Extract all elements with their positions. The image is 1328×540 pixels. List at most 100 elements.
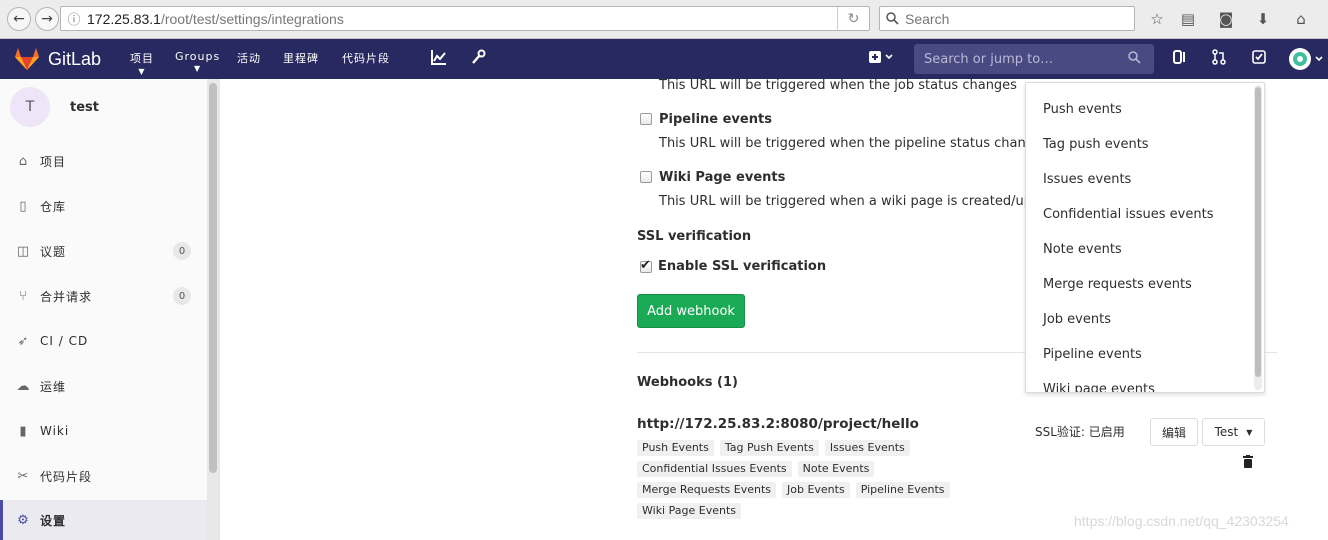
- gitlab-brand: GitLab: [48, 48, 102, 69]
- webhook-event-tags: Push Events Tag Push Events Issues Event…: [637, 440, 957, 524]
- merge-requests-count-badge: 0: [173, 287, 191, 305]
- dropdown-item-merge-requests-events[interactable]: Merge requests events: [1043, 277, 1192, 292]
- gear-icon: ⚙: [17, 512, 29, 528]
- home-button-icon[interactable]: ⌂: [1291, 9, 1311, 29]
- sidebar-item-project[interactable]: ⌂ 项目: [0, 141, 207, 181]
- nav-milestones[interactable]: 里程碑: [283, 50, 319, 66]
- bookmark-star-icon[interactable]: ☆: [1147, 9, 1167, 29]
- reload-icon[interactable]: ↻: [837, 7, 869, 30]
- nav-projects[interactable]: 项目 ▼: [130, 50, 154, 76]
- gitlab-search-placeholder: Search or jump to…: [924, 51, 1054, 67]
- sidebar-item-label: 项目: [40, 154, 67, 169]
- nav-snippets[interactable]: 代码片段: [342, 50, 390, 66]
- wiki-page-events-description: This URL will be triggered when a wiki p…: [659, 194, 1070, 209]
- event-tag: Note Events: [797, 461, 875, 477]
- dropdown-item-tag-push-events[interactable]: Tag push events: [1043, 137, 1149, 152]
- new-plus-icon[interactable]: [868, 49, 894, 69]
- nav-activity[interactable]: 活动: [237, 50, 261, 66]
- sidebar-item-repository[interactable]: ▯ 仓库: [0, 186, 207, 226]
- pocket-icon[interactable]: ◙: [1216, 9, 1236, 29]
- dropdown-item-pipeline-events[interactable]: Pipeline events: [1043, 347, 1142, 362]
- trash-icon[interactable]: [1242, 455, 1254, 472]
- address-bar[interactable]: ⓘ 172.25.83.1/root/test/settings/integra…: [60, 6, 870, 31]
- sidebar-item-label: CI / CD: [40, 334, 89, 348]
- event-tag: Push Events: [637, 440, 714, 456]
- rocket-icon: ➶: [17, 333, 29, 349]
- test-button-label: Test: [1214, 425, 1239, 439]
- reading-list-icon[interactable]: ▤: [1178, 9, 1198, 29]
- sidebar-item-issues[interactable]: ◫ 议题 0: [0, 231, 207, 271]
- book-icon: ▮: [19, 423, 27, 439]
- sidebar-item-snippets[interactable]: ✂ 代码片段: [0, 456, 207, 496]
- wiki-page-events-label[interactable]: Wiki Page events: [659, 170, 785, 185]
- sidebar-scrollbar[interactable]: [207, 79, 219, 540]
- watermark: https://blog.csdn.net/qq_42303254: [1074, 513, 1289, 529]
- sidebar-item-label: 代码片段: [40, 469, 93, 484]
- browser-search-input[interactable]: Search: [879, 6, 1135, 31]
- webhook-url: http://172.25.83.2:8080/project/hello: [637, 416, 919, 432]
- sidebar-item-label: 合并请求: [40, 289, 93, 304]
- project-avatar: T: [10, 87, 50, 127]
- event-tag: Tag Push Events: [719, 440, 819, 456]
- cloud-gear-icon: ☁: [16, 378, 30, 394]
- dropdown-item-job-events[interactable]: Job events: [1043, 312, 1111, 327]
- dropdown-item-note-events[interactable]: Note events: [1043, 242, 1122, 257]
- sidebar-item-settings[interactable]: ⚙ 设置: [0, 500, 207, 540]
- nav-groups-label: Groups: [175, 50, 221, 63]
- test-webhook-button[interactable]: Test ▼: [1202, 418, 1265, 446]
- browser-search-placeholder: Search: [905, 10, 950, 27]
- nav-groups[interactable]: Groups ▼: [175, 50, 220, 73]
- merge-requests-nav-icon[interactable]: [1211, 49, 1227, 69]
- dropdown-scroll-thumb[interactable]: [1255, 87, 1261, 377]
- wiki-page-events-checkbox[interactable]: [640, 171, 652, 183]
- ssl-verification-checkbox[interactable]: [640, 258, 652, 273]
- merge-request-icon: ⑂: [19, 288, 27, 304]
- tanuki-logo-icon: [15, 48, 39, 70]
- caret-down-icon: ▼: [1246, 427, 1253, 437]
- wrench-icon[interactable]: [470, 49, 486, 69]
- chart-icon[interactable]: [431, 49, 447, 69]
- dropdown-scrollbar[interactable]: [1254, 85, 1262, 390]
- project-header[interactable]: T test: [10, 87, 99, 127]
- forward-button[interactable]: →: [35, 7, 59, 31]
- pipeline-events-label[interactable]: Pipeline events: [659, 112, 772, 127]
- browser-toolbar: ← → ⓘ 172.25.83.1/root/test/settings/int…: [0, 0, 1328, 39]
- sidebar-item-label: Wiki: [40, 424, 70, 438]
- todos-nav-icon[interactable]: [1251, 49, 1267, 69]
- sidebar-scroll-thumb[interactable]: [209, 83, 217, 473]
- add-webhook-button[interactable]: Add webhook: [637, 294, 745, 328]
- event-tag: Issues Events: [824, 440, 910, 456]
- sidebar-item-wiki[interactable]: ▮ Wiki: [0, 411, 207, 451]
- event-tag: Wiki Page Events: [637, 503, 741, 519]
- issues-nav-icon[interactable]: [1172, 49, 1188, 69]
- issues-count-badge: 0: [173, 242, 191, 260]
- event-tag: Job Events: [782, 482, 850, 498]
- event-tag: Merge Requests Events: [637, 482, 776, 498]
- chevron-down-icon: ▼: [138, 67, 146, 76]
- project-sidebar: T test ⌂ 项目 ▯ 仓库 ◫ 议题 0 ⑂ 合并请求 0 ➶ CI / …: [0, 79, 220, 540]
- pipeline-events-checkbox[interactable]: [640, 113, 652, 125]
- sidebar-item-ci-cd[interactable]: ➶ CI / CD: [0, 321, 207, 361]
- sidebar-item-operations[interactable]: ☁ 运维: [0, 366, 207, 406]
- downloads-icon[interactable]: ⬇: [1253, 9, 1273, 29]
- search-icon: [1128, 50, 1154, 68]
- edit-webhook-button[interactable]: 编辑: [1150, 418, 1198, 446]
- event-tag: Pipeline Events: [855, 482, 950, 498]
- sidebar-item-label: 运维: [40, 379, 67, 394]
- dropdown-item-confidential-issues-events[interactable]: Confidential issues events: [1043, 207, 1213, 222]
- dropdown-item-wiki-page-events[interactable]: Wiki page events: [1043, 382, 1155, 392]
- ssl-verification-label[interactable]: Enable SSL verification: [658, 259, 826, 274]
- sidebar-item-merge-requests[interactable]: ⑂ 合并请求 0: [0, 276, 207, 316]
- pipeline-events-description: This URL will be triggered when the pipe…: [659, 136, 1049, 151]
- site-info-icon[interactable]: ⓘ: [61, 9, 87, 28]
- dropdown-item-issues-events[interactable]: Issues events: [1043, 172, 1131, 187]
- dropdown-item-push-events[interactable]: Push events: [1043, 102, 1122, 117]
- gitlab-logo[interactable]: GitLab: [14, 47, 101, 71]
- project-name: test: [70, 99, 99, 115]
- gitlab-search-input[interactable]: Search or jump to…: [914, 44, 1154, 74]
- test-events-dropdown: Push events Tag push events Issues event…: [1025, 82, 1265, 393]
- user-avatar[interactable]: [1289, 47, 1325, 75]
- ssl-status-text: SSL验证: 已启用: [1035, 425, 1125, 439]
- magnifier-icon: [886, 12, 899, 25]
- back-button[interactable]: ←: [7, 7, 31, 31]
